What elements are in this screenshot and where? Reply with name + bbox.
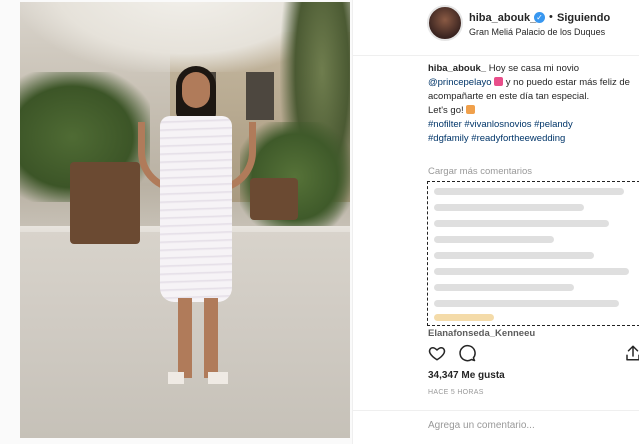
share-icon[interactable] [624, 344, 639, 364]
username-link[interactable]: hiba_abouk_ [469, 12, 536, 24]
post-panel: hiba_abouk_ ✓ • Siguiendo Gran Meliá Pal… [352, 0, 639, 444]
avatar[interactable] [427, 5, 463, 41]
blurred-comment [434, 268, 629, 275]
caption-mention[interactable]: @princepelayo [428, 77, 492, 88]
blurred-comments-area [427, 181, 639, 326]
comment-input[interactable] [428, 420, 628, 431]
caption-hashtags[interactable]: #dgfamily #readyfortheewedding [428, 133, 565, 144]
caption-text: Let's go! [428, 105, 464, 116]
photo-planter [250, 178, 298, 220]
blurred-comment [434, 220, 609, 227]
photo-person-face [182, 72, 210, 108]
post-photo[interactable] [20, 2, 350, 438]
likes-count[interactable]: 34,347 Me gusta [428, 370, 505, 381]
add-comment-bar [353, 410, 639, 444]
separator-dot: • [549, 11, 553, 23]
blurred-comment [434, 204, 584, 211]
caption-text: Hoy se casa mi novio [488, 63, 580, 74]
photo-person-legs [178, 298, 218, 378]
verified-badge-icon: ✓ [534, 12, 545, 23]
blurred-comment [434, 284, 574, 291]
heart-ribbon-emoji-icon [494, 77, 504, 86]
post-header: hiba_abouk_ ✓ • Siguiendo Gran Meliá Pal… [353, 0, 639, 56]
comment-icon[interactable] [458, 344, 478, 364]
location-link[interactable]: Gran Meliá Palacio de los Duques [469, 27, 605, 37]
post-actions [428, 344, 639, 364]
caption-author[interactable]: hiba_abouk_ [428, 63, 486, 74]
blurred-comment [434, 236, 554, 243]
photo-person-shoes [168, 372, 228, 384]
dancers-emoji-icon [466, 105, 476, 114]
blurred-comment [434, 252, 594, 259]
photo-planter [70, 162, 140, 244]
caption-hashtags[interactable]: #nofilter #vivanlosnovios #pelandy [428, 119, 573, 130]
heart-icon[interactable] [428, 344, 448, 364]
load-more-comments-link[interactable]: Cargar más comentarios [428, 166, 532, 177]
following-button[interactable]: Siguiendo [557, 12, 610, 24]
partial-comment: Elanafonseda_Kenneeu [428, 328, 536, 339]
photo-person-dress [160, 116, 232, 302]
post-timestamp[interactable]: HACE 5 HORAS [428, 389, 484, 396]
blurred-comment [434, 314, 494, 321]
blurred-comment [434, 188, 624, 195]
photo-container [0, 0, 352, 444]
post-caption: hiba_abouk_ Hoy se casa mi novio @prince… [428, 62, 639, 146]
photo-window [246, 72, 274, 120]
blurred-comment [434, 300, 619, 307]
